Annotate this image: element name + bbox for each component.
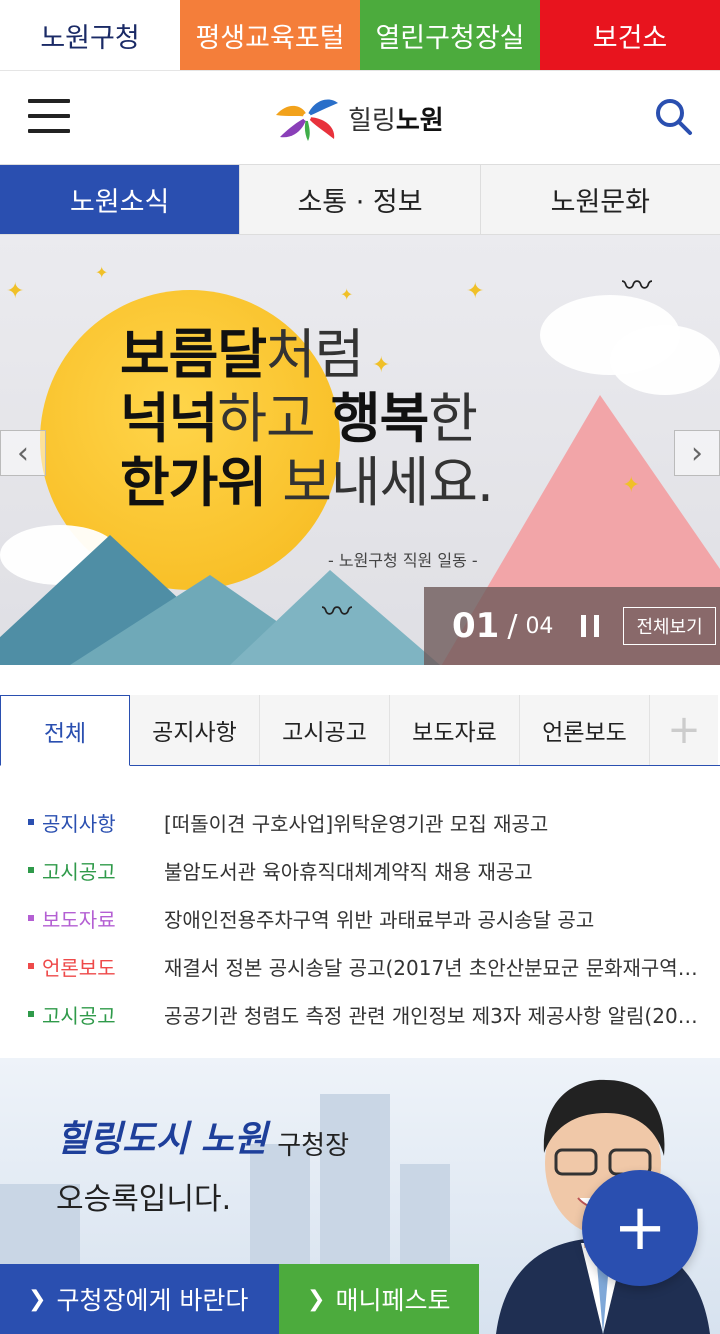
bullet-icon (28, 1011, 34, 1017)
bullet-icon (28, 867, 34, 873)
main-nav: 노원소식 소통 · 정보 노원문화 (0, 165, 720, 235)
banner-controls: 01 / 04 전체보기 (424, 587, 720, 665)
floating-plus-icon[interactable]: + (582, 1170, 698, 1286)
crane-icon: 〰 (622, 269, 652, 304)
slide-prev-icon[interactable]: ‹ (0, 430, 46, 476)
headline-text: 보내세요. (266, 451, 494, 514)
main-banner[interactable]: ✦ ✦ ✦ ✦ ✦ ✦ 〰 〰 보름달처럼 넉넉하고 행복한 한가위 보내세요.… (0, 235, 720, 665)
news-title[interactable]: 불암도서관 육아휴직대체계약직 채용 재공고 (164, 856, 698, 885)
news-category: 보도자료 (28, 904, 164, 933)
mayor-wish-label: 구청장에게 바란다 (56, 1286, 249, 1315)
headline-text: 하고 (217, 387, 331, 450)
manifesto-button[interactable]: ❯ 매니페스토 (279, 1264, 479, 1334)
news-title[interactable]: 재결서 정본 공시송달 공고(2017년 초안산분묘군 문화재구역 편입토지 보… (164, 952, 698, 981)
headline-text: 넉넉 (120, 387, 218, 450)
site-tab-nowon[interactable]: 노원구청 (0, 0, 180, 70)
crane-icon: 〰 (322, 595, 352, 630)
news-category-label: 고시공고 (42, 859, 116, 884)
tab-notice[interactable]: 공지사항 (130, 695, 260, 765)
view-all-button[interactable]: 전체보기 (623, 607, 716, 645)
star-icon: ✦ (466, 279, 485, 304)
list-item[interactable]: 보도자료 장애인전용주차구역 위반 과태료부과 공시송달 공고 (28, 894, 698, 942)
news-category-label: 고시공고 (42, 1003, 116, 1028)
nav-communication-info[interactable]: 소통 · 정보 (240, 165, 481, 234)
news-category: 언론보도 (28, 952, 164, 981)
bullet-icon (28, 963, 34, 969)
logo-text: 힐링노원 (348, 100, 444, 137)
site-tab-mayor-office[interactable]: 열린구청장실 (360, 0, 540, 70)
cloud-illustration (610, 325, 720, 395)
tab-announcement[interactable]: 고시공고 (260, 695, 390, 765)
site-tab-health-center[interactable]: 보건소 (540, 0, 720, 70)
news-category-label: 보도자료 (42, 907, 116, 932)
list-item[interactable]: 고시공고 불암도서관 육아휴직대체계약직 채용 재공고 (28, 846, 698, 894)
tab-press-release[interactable]: 보도자료 (390, 695, 520, 765)
news-category: 공지사항 (28, 808, 164, 837)
slide-next-icon[interactable]: › (674, 430, 720, 476)
news-title[interactable]: 공공기관 청렴도 측정 관련 개인정보 제3자 제공사항 알림(2017) (164, 1000, 698, 1029)
nav-nowon-news[interactable]: 노원소식 (0, 165, 241, 234)
bullet-icon (28, 819, 34, 825)
news-title[interactable]: 장애인전용주차구역 위반 과태료부과 공시송달 공고 (164, 904, 698, 933)
logo-text-light: 힐링 (348, 105, 396, 136)
site-tab-lifelong-learning[interactable]: 평생교육포털 (180, 0, 360, 70)
chevron-right-icon: ❯ (307, 1286, 326, 1312)
star-icon: ✦ (340, 285, 354, 304)
more-plus-icon[interactable]: + (650, 695, 718, 765)
headline-text: 행복 (330, 387, 429, 450)
banner-signature: - 노원구청 직원 일동 - (328, 551, 478, 570)
chevron-right-icon: ❯ (28, 1286, 47, 1312)
mayor-slogan: 힐링도시 노원 (56, 1118, 268, 1160)
news-category-label: 공지사항 (42, 811, 116, 836)
header: 힐링노원 (0, 70, 720, 165)
nav-nowon-culture[interactable]: 노원문화 (481, 165, 720, 234)
star-icon: ✦ (622, 473, 641, 498)
news-tabs: 전체 공지사항 고시공고 보도자료 언론보도 + (0, 695, 720, 766)
headline-text: 보름달 (120, 323, 267, 386)
slide-separator: / (507, 608, 518, 644)
news-title[interactable]: [떠돌이견 구호사업]위탁운영기관 모집 재공고 (164, 808, 698, 837)
star-icon: ✦ (6, 279, 25, 304)
mayor-title: 힐링도시 노원 구청장 (56, 1110, 349, 1162)
slide-current: 01 (452, 606, 500, 646)
news-category: 고시공고 (28, 856, 164, 885)
list-item[interactable]: 언론보도 재결서 정본 공시송달 공고(2017년 초안산분묘군 문화재구역 편… (28, 942, 698, 990)
star-icon: ✦ (95, 263, 109, 282)
headline-text: 한 (428, 387, 478, 450)
slide-total: 04 (525, 613, 554, 639)
list-item[interactable]: 고시공고 공공기관 청렴도 측정 관련 개인정보 제3자 제공사항 알림(201… (28, 990, 698, 1038)
mayor-wish-button[interactable]: ❯ 구청장에게 바란다 (0, 1264, 279, 1334)
pause-icon[interactable] (581, 615, 600, 637)
bullet-icon (28, 915, 34, 921)
news-category-label: 언론보도 (42, 955, 116, 980)
logo-text-bold: 노원 (395, 105, 444, 136)
headline-text: 한가위 (120, 451, 267, 514)
mayor-role: 구청장 (277, 1131, 350, 1161)
tab-all[interactable]: 전체 (0, 695, 130, 766)
list-item[interactable]: 공지사항 [떠돌이견 구호사업]위탁운영기관 모집 재공고 (28, 798, 698, 846)
mayor-name: 오승록입니다. (56, 1182, 232, 1217)
city-building-illustration (400, 1164, 450, 1264)
logo[interactable]: 힐링노원 (272, 91, 444, 145)
news-list: 공지사항 [떠돌이견 구호사업]위탁운영기관 모집 재공고 고시공고 불암도서관… (28, 798, 698, 1038)
search-icon[interactable] (654, 97, 694, 137)
hamburger-menu-icon[interactable] (28, 99, 70, 135)
manifesto-label: 매니페스토 (335, 1286, 451, 1315)
banner-headline: 보름달처럼 넉넉하고 행복한 한가위 보내세요. (120, 323, 494, 515)
city-building-illustration (250, 1144, 310, 1264)
logo-emblem-icon (276, 99, 338, 141)
tab-media-report[interactable]: 언론보도 (520, 695, 650, 765)
news-category: 고시공고 (28, 1000, 164, 1029)
site-tabs: 노원구청 평생교육포털 열린구청장실 보건소 (0, 0, 720, 70)
headline-text: 처럼 (266, 323, 364, 386)
